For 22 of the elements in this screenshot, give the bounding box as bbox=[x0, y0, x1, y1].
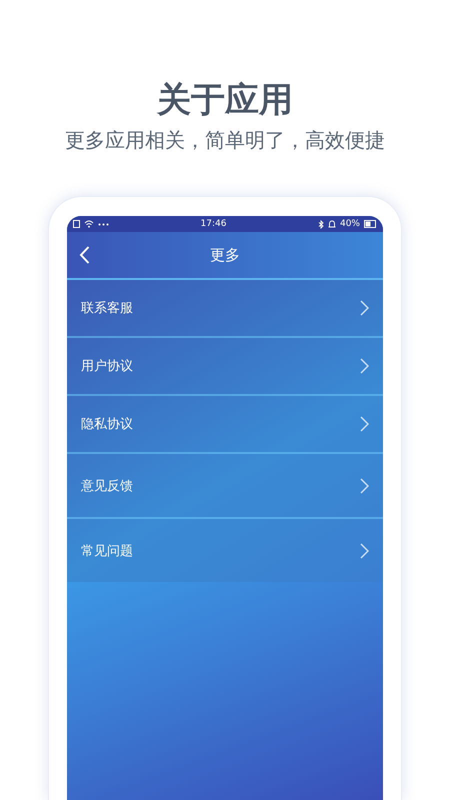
menu-item[interactable]: 隐私协议 bbox=[67, 396, 383, 454]
menu-item[interactable]: 用户协议 bbox=[67, 338, 383, 396]
menu-item[interactable]: 常见问题 bbox=[67, 519, 383, 582]
bell-icon bbox=[328, 220, 336, 228]
chevron-icon bbox=[360, 358, 369, 374]
chevron-icon bbox=[360, 300, 369, 316]
back-icon[interactable] bbox=[79, 246, 90, 264]
menu-item[interactable]: 联系客服 bbox=[67, 280, 383, 338]
battery-percent: 40% bbox=[340, 219, 360, 229]
chevron-icon bbox=[360, 542, 369, 558]
menu-item[interactable]: 意见反馈 bbox=[67, 454, 383, 519]
page-subtitle: 更多应用相关，简单明了，高效便捷 bbox=[65, 127, 385, 154]
more-dots-icon bbox=[98, 222, 109, 226]
sim-icon bbox=[73, 220, 80, 228]
nav-title: 更多 bbox=[210, 246, 240, 264]
status-time: 17:46 bbox=[200, 219, 228, 229]
battery-icon bbox=[364, 220, 377, 228]
page-title: 关于应用 bbox=[157, 80, 293, 120]
bluetooth-icon bbox=[318, 220, 324, 228]
wifi-icon bbox=[84, 220, 94, 228]
chevron-icon bbox=[360, 478, 369, 494]
chevron-icon bbox=[360, 416, 369, 432]
